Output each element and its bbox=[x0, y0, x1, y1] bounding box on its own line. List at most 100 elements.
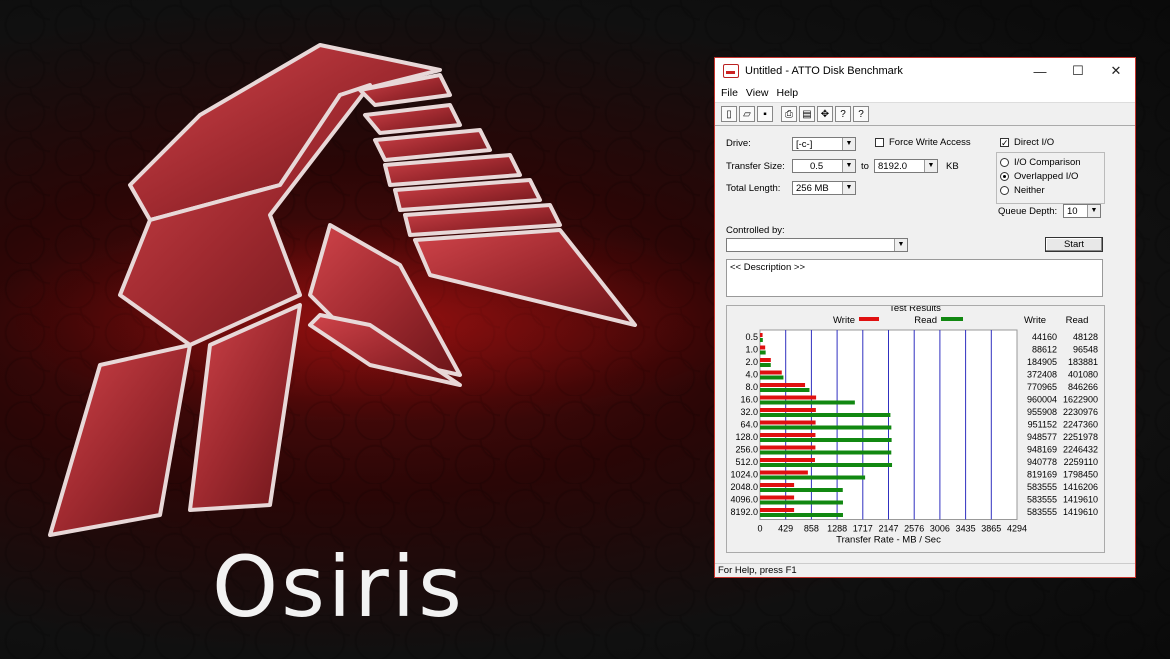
y-tick-label: 32.0 bbox=[740, 407, 758, 417]
description-field[interactable]: << Description >> bbox=[726, 259, 1103, 297]
transfer-to-select[interactable]: 8192.0 ▼ bbox=[874, 159, 938, 173]
bar-write bbox=[760, 383, 806, 387]
force-write-checkbox[interactable] bbox=[875, 138, 884, 147]
value-write: 184905 bbox=[1027, 357, 1057, 367]
bar-write bbox=[760, 458, 815, 462]
maximize-button[interactable]: ☐ bbox=[1059, 58, 1097, 84]
start-button[interactable]: Start bbox=[1045, 237, 1103, 252]
y-tick-label: 512.0 bbox=[735, 457, 758, 467]
chevron-down-icon: ▼ bbox=[842, 182, 855, 194]
x-tick-label: 2576 bbox=[904, 524, 924, 534]
x-tick-label: 3006 bbox=[930, 524, 950, 534]
direct-io-checkbox[interactable]: ✓ bbox=[1000, 138, 1009, 148]
value-read: 2251978 bbox=[1063, 432, 1098, 442]
value-read: 401080 bbox=[1068, 370, 1098, 380]
value-read: 1622900 bbox=[1063, 395, 1098, 405]
results-title: Test Results bbox=[889, 306, 941, 314]
open-icon[interactable]: ▱ bbox=[739, 106, 755, 122]
bar-write bbox=[760, 358, 771, 362]
value-read: 183881 bbox=[1068, 357, 1098, 367]
value-write: 951152 bbox=[1028, 420, 1057, 430]
bar-read bbox=[760, 338, 763, 342]
print-preview-icon[interactable]: ▤ bbox=[799, 106, 815, 122]
move-icon[interactable]: ✥ bbox=[817, 106, 833, 122]
bar-write bbox=[760, 345, 766, 350]
menu-help[interactable]: Help bbox=[777, 87, 799, 99]
io-comparison-radio[interactable] bbox=[1000, 158, 1009, 167]
bar-write bbox=[760, 508, 795, 512]
value-write: 583555 bbox=[1027, 482, 1057, 492]
atto-window: Untitled - ATTO Disk Benchmark — ☐ ✕ Fil… bbox=[714, 57, 1136, 578]
transfer-from-value: 0.5 bbox=[810, 161, 824, 172]
controlled-by-select[interactable]: ▼ bbox=[726, 238, 908, 252]
bar-write bbox=[760, 495, 795, 500]
save-icon[interactable]: ▪ bbox=[757, 106, 773, 122]
menu-view[interactable]: View bbox=[746, 87, 769, 99]
transfer-to-value: 8192.0 bbox=[878, 161, 908, 172]
y-tick-label: 256.0 bbox=[735, 445, 758, 455]
value-write: 948169 bbox=[1027, 445, 1057, 455]
value-write: 948577 bbox=[1027, 432, 1057, 442]
status-bar: For Help, press F1 bbox=[715, 563, 1135, 577]
y-tick-label: 4096.0 bbox=[730, 495, 758, 505]
overlapped-io-radio[interactable] bbox=[1000, 172, 1009, 181]
bar-read bbox=[760, 363, 771, 367]
value-write: 955908 bbox=[1027, 407, 1057, 417]
value-read: 2259110 bbox=[1064, 457, 1098, 467]
value-write: 583555 bbox=[1027, 507, 1057, 517]
total-length-select[interactable]: 256 MB ▼ bbox=[792, 181, 856, 195]
brand-title: Osiris bbox=[212, 538, 465, 636]
force-write-label: Force Write Access bbox=[889, 137, 971, 148]
value-read: 48128 bbox=[1073, 332, 1098, 342]
chevron-down-icon: ▼ bbox=[924, 160, 937, 172]
queue-depth-select[interactable]: 10 ▼ bbox=[1063, 204, 1101, 218]
print-icon[interactable]: ⎙ bbox=[781, 106, 797, 122]
menu-file[interactable]: File bbox=[721, 87, 738, 99]
value-read: 846266 bbox=[1068, 382, 1098, 392]
transfer-from-select[interactable]: 0.5 ▼ bbox=[792, 159, 856, 173]
test-results-group: Test Results Write Read Write Read 0 429 858 128… bbox=[726, 303, 1105, 553]
bar-write bbox=[760, 395, 817, 400]
chevron-down-icon: ▼ bbox=[1087, 205, 1100, 217]
bar-read bbox=[760, 488, 843, 492]
bar-read bbox=[760, 400, 855, 405]
y-tick-label: 2.0 bbox=[745, 357, 758, 367]
y-tick-label: 8.0 bbox=[745, 382, 758, 392]
value-write: 960004 bbox=[1027, 395, 1057, 405]
help-icon[interactable]: ? bbox=[835, 106, 851, 122]
column-header-write: Write bbox=[1024, 315, 1046, 326]
neither-radio[interactable] bbox=[1000, 186, 1009, 195]
bar-read bbox=[760, 500, 843, 505]
overlapped-io-label: Overlapped I/O bbox=[1014, 171, 1079, 182]
x-tick-label: 1288 bbox=[827, 524, 847, 534]
bar-read bbox=[760, 425, 892, 430]
legend-write-swatch bbox=[859, 317, 879, 321]
bar-read bbox=[760, 438, 892, 442]
title-bar[interactable]: Untitled - ATTO Disk Benchmark — ☐ ✕ bbox=[715, 58, 1135, 84]
legend-read-swatch bbox=[941, 317, 963, 321]
minimize-button[interactable]: — bbox=[1021, 58, 1059, 84]
toolbar: ▯ ▱ ▪ ⎙ ▤ ✥ ? ? bbox=[715, 102, 1135, 126]
bar-read bbox=[760, 463, 893, 467]
bar-write bbox=[760, 470, 808, 475]
column-header-read: Read bbox=[1066, 315, 1089, 326]
value-read: 1798450 bbox=[1063, 470, 1098, 480]
x-tick-label: 858 bbox=[804, 524, 819, 534]
drive-value: [-c-] bbox=[796, 139, 813, 150]
x-tick-label: 3865 bbox=[981, 524, 1001, 534]
close-button[interactable]: ✕ bbox=[1097, 58, 1135, 84]
x-axis-label: Transfer Rate - MB / Sec bbox=[836, 535, 941, 546]
bar-read bbox=[760, 450, 892, 455]
to-label: to bbox=[861, 161, 869, 172]
bar-write bbox=[760, 370, 782, 375]
x-tick-label: 2147 bbox=[878, 524, 898, 534]
bar-read bbox=[760, 350, 766, 355]
value-write: 940778 bbox=[1027, 457, 1057, 467]
osiris-helmet-logo bbox=[48, 43, 637, 537]
value-read: 2246432 bbox=[1063, 445, 1098, 455]
value-read: 2247360 bbox=[1063, 420, 1098, 430]
context-help-icon[interactable]: ? bbox=[853, 106, 869, 122]
drive-select[interactable]: [-c-] ▼ bbox=[792, 137, 856, 151]
new-icon[interactable]: ▯ bbox=[721, 106, 737, 122]
bar-write bbox=[760, 333, 763, 337]
